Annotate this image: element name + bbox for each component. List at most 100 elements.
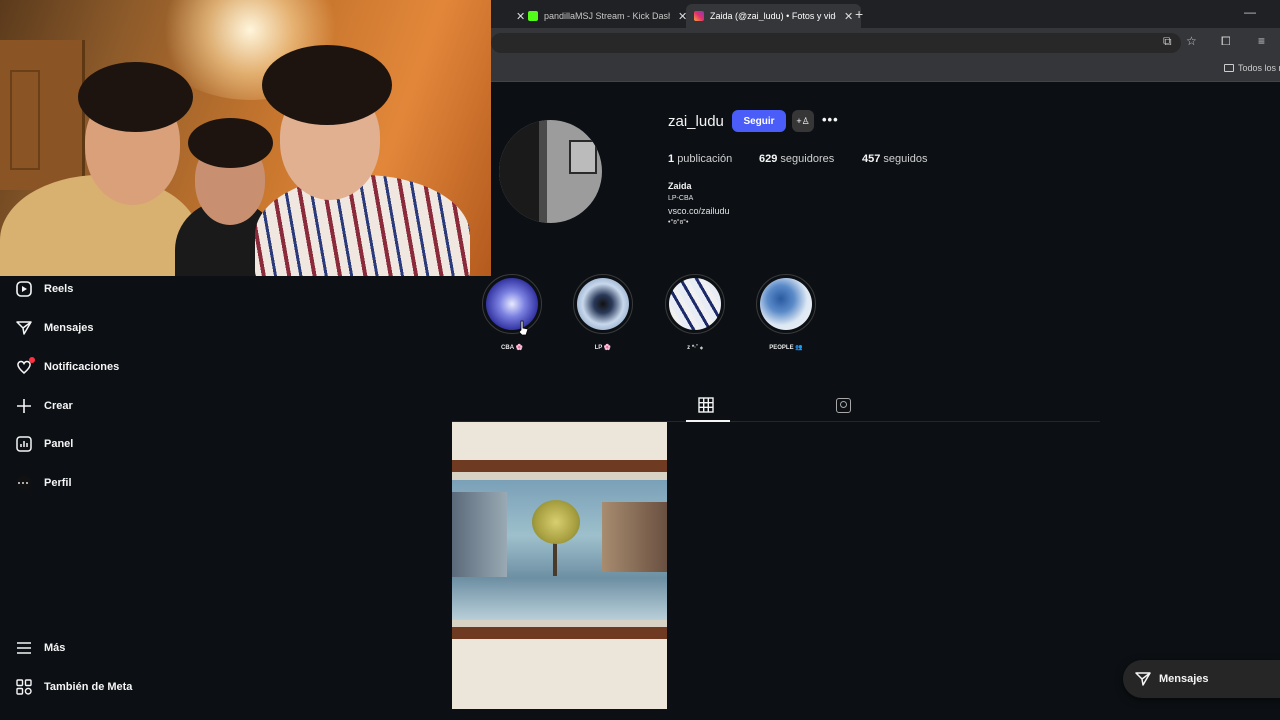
meta-icon [16, 679, 32, 695]
avatar-photo-frame [569, 140, 597, 174]
minimize-window-icon[interactable]: — [1244, 5, 1256, 19]
followers-count: 629 [759, 153, 778, 165]
sidebar-item-label: Perfil [44, 477, 72, 489]
more-options-icon[interactable]: ••• [822, 112, 839, 127]
sidebar-item-also-from-meta[interactable]: También de Meta [16, 679, 132, 695]
highlight-people[interactable] [756, 274, 816, 334]
highlight-cover [669, 278, 721, 330]
address-bar[interactable] [491, 33, 1181, 53]
painting-tree-trunk [553, 540, 557, 576]
person-middle-hair [188, 118, 273, 168]
bio-name: Zaida [668, 181, 692, 191]
background-cabinet-door [10, 70, 40, 170]
painting-frame-bottom [452, 627, 667, 639]
tab-instagram-profile[interactable]: Zaida (@zai_ludu) • Fotos y videos de In… [686, 4, 862, 28]
tab-kick-stream[interactable]: pandillaMSJ Stream - Kick Dashboard ✕ [520, 4, 695, 28]
sidebar-item-label: Más [44, 642, 66, 654]
painting-building-right [602, 502, 667, 572]
sidebar-item-profile[interactable]: Perfil [16, 475, 72, 491]
instagram-favicon-icon [694, 11, 704, 21]
bookmark-star-icon[interactable]: ☆ [1186, 34, 1197, 48]
following-stat[interactable]: 457 seguidos [862, 153, 927, 165]
bio-link[interactable]: vsco.co/zailudu [668, 206, 730, 216]
sidebar-item-label: Mensajes [44, 322, 94, 334]
painting-frame-top [452, 460, 667, 472]
avatar-photo-shadow [499, 120, 539, 223]
sidebar-item-notifications[interactable]: Notificaciones [16, 357, 120, 375]
heart-icon [16, 357, 35, 375]
folder-icon [1224, 64, 1234, 72]
highlight-z[interactable] [665, 274, 725, 334]
posts-count: 1 [668, 153, 675, 165]
sidebar-item-reels[interactable]: Reels [16, 281, 73, 297]
following-count: 457 [862, 153, 881, 165]
dashboard-icon [16, 436, 32, 452]
posts-label: publicación [677, 153, 733, 165]
person-right-hair [262, 45, 392, 125]
profile-username: zai_ludu [668, 113, 724, 130]
avatar-photo-door [539, 120, 547, 223]
all-bookmarks-folder[interactable]: Todos los marcadores [1224, 63, 1280, 73]
highlight-cover [760, 278, 812, 330]
sidebar-item-more[interactable]: Más [16, 640, 65, 656]
highlight-label: PEOPLE 👥 [769, 345, 803, 351]
sidebar-item-label: Panel [44, 438, 74, 450]
highlight-cover [486, 278, 538, 330]
highlight-label: LP 🌸 [594, 345, 612, 351]
profile-avatar[interactable] [499, 120, 602, 223]
messenger-icon [1135, 672, 1151, 686]
tab-title: Zaida (@zai_ludu) • Fotos y videos de In… [710, 11, 836, 21]
person-left-hair [78, 62, 193, 132]
painting-mat-bottom [452, 620, 667, 627]
reels-icon [16, 281, 32, 297]
sidebar-nav [0, 276, 450, 720]
painting-tree [532, 500, 580, 544]
follow-button[interactable]: Seguir [732, 110, 786, 132]
following-label: seguidos [883, 153, 928, 165]
extensions-icon[interactable]: ⧠ [1221, 34, 1231, 49]
highlight-cba[interactable] [482, 274, 542, 334]
bio-decoration: •°ʚ°ɞ°• [668, 219, 689, 226]
highlight-label: CBA 🌸 [501, 345, 523, 351]
sidebar-item-label: Reels [44, 283, 74, 295]
sidebar-item-label: Notificaciones [44, 361, 120, 373]
tagged-posts-icon[interactable] [836, 398, 851, 413]
bio-location: LP-CBA [668, 195, 694, 202]
painting-mat [452, 472, 667, 480]
suggested-accounts-button[interactable]: +♙ [792, 110, 814, 132]
sidebar-item-label: También de Meta [44, 681, 133, 693]
screen: ✕ pandillaMSJ Stream - Kick Dashboard ✕ … [0, 0, 1280, 720]
bookmark-folder-label: Todos los marcadores [1238, 63, 1280, 73]
post-thumbnail[interactable] [452, 422, 667, 709]
active-tab-indicator [686, 420, 730, 422]
highlight-lp[interactable] [573, 274, 633, 334]
webcam-overlay [0, 0, 491, 276]
menu-icon [16, 640, 32, 656]
messages-floating-label: Mensajes [1159, 673, 1209, 685]
plus-icon [16, 398, 32, 414]
close-icon[interactable]: ✕ [844, 10, 853, 23]
messages-floating-button[interactable]: Mensajes [1123, 660, 1280, 698]
install-app-icon[interactable]: ⧉ [1163, 34, 1172, 49]
sidebar-item-messages[interactable]: Mensajes [16, 320, 94, 336]
sidebar-item-create[interactable]: Crear [16, 398, 73, 414]
followers-label: seguidores [780, 153, 835, 165]
messenger-icon [16, 320, 32, 336]
reading-list-icon[interactable]: ≡ [1258, 34, 1265, 48]
sidebar-item-label: Crear [44, 400, 73, 412]
highlight-label: z *·˚ ⁎ [687, 345, 703, 351]
mouse-cursor-icon [518, 320, 529, 336]
profile-avatar-icon [16, 475, 32, 491]
followers-stat[interactable]: 629 seguidores [759, 153, 834, 165]
tab-title: pandillaMSJ Stream - Kick Dashboard [544, 11, 670, 21]
highlight-cover [577, 278, 629, 330]
notification-dot [29, 357, 35, 363]
kick-favicon-icon [528, 11, 538, 21]
person-right-shirt [255, 175, 470, 276]
painting-building-left [452, 492, 507, 577]
new-tab-button[interactable]: + [855, 6, 863, 22]
posts-stat: 1 publicación [668, 153, 732, 165]
sidebar-item-dashboard[interactable]: Panel [16, 436, 73, 452]
posts-grid-icon[interactable] [698, 397, 714, 413]
add-person-icon: +♙ [796, 115, 810, 126]
